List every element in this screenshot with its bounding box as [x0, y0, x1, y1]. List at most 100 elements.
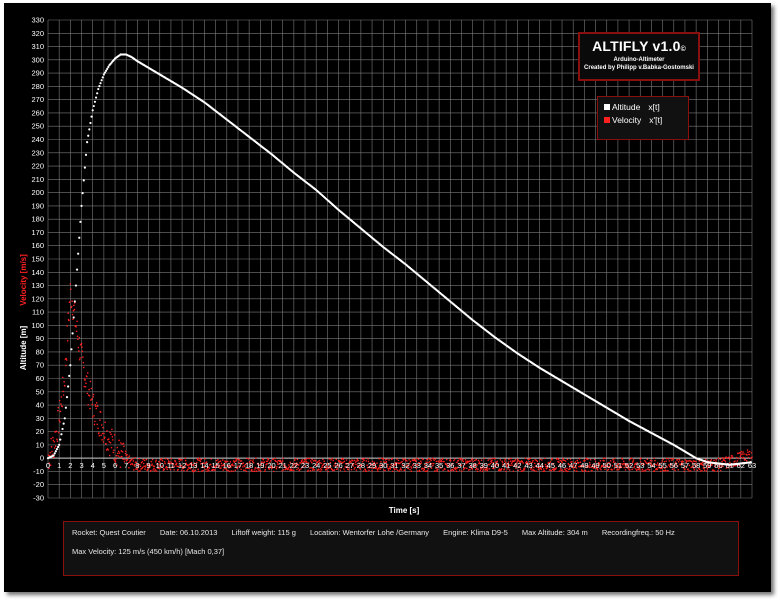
- velocity-point: [184, 457, 187, 460]
- altitude-point: [68, 374, 71, 377]
- velocity-point: [170, 457, 173, 460]
- y-tick-label: 260: [31, 108, 44, 117]
- x-tick-label: 40: [491, 461, 499, 470]
- velocity-point: [206, 470, 208, 473]
- x-tick-label: 13: [189, 461, 197, 470]
- x-tick-label: 62: [737, 461, 745, 470]
- altitude-point: [75, 268, 79, 271]
- velocity-point: [78, 336, 81, 339]
- x-tick-label: 57: [681, 461, 689, 470]
- x-tick-label: 7: [124, 461, 128, 470]
- x-tick-label: 49: [591, 461, 599, 470]
- velocity-point: [477, 468, 479, 471]
- velocity-point: [109, 431, 111, 434]
- velocity-point: [376, 462, 378, 465]
- velocity-point: [65, 364, 67, 367]
- info-date: Date: 06.10.2013: [159, 528, 218, 537]
- velocity-point: [122, 442, 125, 445]
- velocity-point: [87, 404, 90, 406]
- velocity-point: [95, 402, 98, 404]
- velocity-point: [354, 466, 356, 469]
- velocity-point: [61, 376, 64, 379]
- velocity-point: [566, 458, 569, 461]
- y-tick-label: 200: [31, 188, 44, 197]
- velocity-point: [107, 438, 110, 440]
- velocity-point: [722, 459, 725, 461]
- x-tick-label: 38: [468, 461, 476, 470]
- velocity-point: [220, 467, 222, 469]
- velocity-point: [449, 458, 452, 461]
- velocity-point: [82, 366, 85, 369]
- velocity-point: [741, 453, 743, 455]
- velocity-point: [230, 470, 233, 472]
- velocity-point: [683, 470, 685, 473]
- altitude-point: [59, 438, 62, 441]
- velocity-point: [49, 451, 52, 454]
- velocity-point: [643, 470, 645, 472]
- velocity-point: [274, 457, 277, 460]
- altitude-point: [81, 192, 84, 195]
- velocity-point: [128, 455, 131, 457]
- velocity-point: [116, 452, 119, 455]
- velocity-point: [91, 416, 94, 418]
- x-tick-label: 6: [113, 461, 117, 470]
- velocity-point: [63, 380, 65, 383]
- velocity-point: [100, 434, 102, 436]
- legend: Altitude x[t] Velocity x'[t]: [597, 96, 689, 140]
- x-tick-label: 23: [301, 461, 309, 470]
- velocity-point: [111, 436, 114, 438]
- velocity-point: [99, 411, 102, 413]
- velocity-point: [276, 466, 278, 468]
- velocity-point: [294, 457, 296, 460]
- velocity-point: [113, 433, 116, 436]
- x-tick-label: 19: [256, 461, 264, 470]
- velocity-point: [665, 457, 668, 460]
- x-tick-label: 29: [368, 461, 376, 470]
- velocity-point: [119, 456, 121, 458]
- velocity-point: [93, 423, 96, 426]
- x-tick-label: 21: [278, 461, 286, 470]
- velocity-point: [57, 409, 59, 412]
- velocity-point: [443, 460, 445, 463]
- x-tick-label: 26: [334, 461, 342, 470]
- y-tick-label: 100: [31, 321, 44, 330]
- velocity-point: [77, 338, 79, 341]
- velocity-point: [164, 457, 167, 460]
- velocity-point: [61, 405, 64, 408]
- altitude-point: [92, 104, 95, 108]
- flight-info-panel: Rocket: Quest Coutier Date: 06.10.2013 L…: [63, 521, 739, 576]
- velocity-point: [145, 458, 148, 461]
- velocity-point: [584, 470, 587, 472]
- velocity-point: [91, 398, 93, 400]
- y-tick-label: 70: [36, 361, 44, 370]
- velocity-point: [416, 470, 419, 473]
- velocity-point: [109, 441, 112, 444]
- x-tick-label: 52: [625, 461, 633, 470]
- velocity-point: [453, 458, 456, 460]
- velocity-point: [68, 319, 70, 322]
- velocity-point: [164, 462, 166, 465]
- altitude-point: [55, 448, 59, 451]
- velocity-point: [132, 460, 135, 462]
- x-tick-label: 63: [748, 461, 756, 470]
- velocity-point: [746, 454, 748, 456]
- x-tick-label: 35: [435, 461, 443, 470]
- velocity-point: [520, 470, 523, 473]
- velocity-point: [562, 457, 564, 460]
- velocity-point: [126, 453, 128, 456]
- velocity-point: [117, 450, 120, 453]
- velocity-point: [524, 457, 527, 460]
- velocity-point: [655, 464, 658, 466]
- velocity-point: [748, 450, 751, 453]
- velocity-point: [82, 361, 85, 364]
- velocity-point: [142, 462, 145, 465]
- velocity-point: [143, 459, 146, 462]
- velocity-point: [103, 436, 106, 438]
- y-tick-label: 130: [31, 281, 44, 290]
- velocity-point: [320, 462, 322, 465]
- velocity-point: [342, 458, 345, 460]
- velocity-point: [141, 466, 144, 469]
- velocity-point: [84, 379, 86, 381]
- x-tick-label: 48: [580, 461, 588, 470]
- velocity-point: [588, 461, 591, 464]
